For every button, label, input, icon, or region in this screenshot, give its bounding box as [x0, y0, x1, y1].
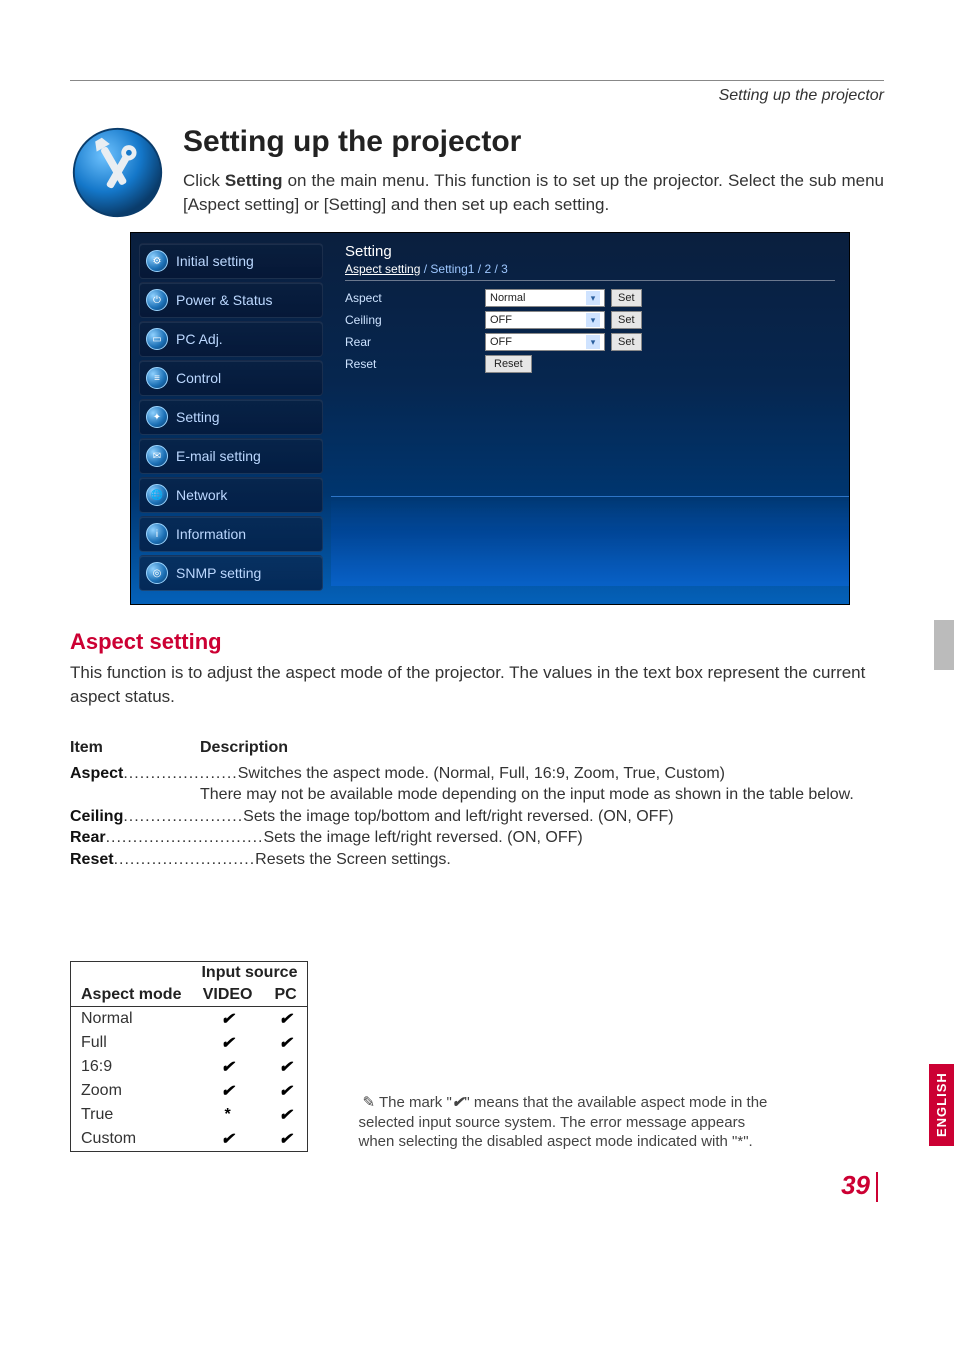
- panel-tabs: Aspect setting / Setting1 / 2 / 3: [345, 262, 835, 281]
- sidebar-item-network[interactable]: 🌐 Network: [139, 477, 323, 513]
- globe-icon: 🌐: [146, 484, 168, 506]
- reset-button[interactable]: Reset: [485, 355, 532, 373]
- header-rule: [70, 80, 884, 81]
- sidebar-item-power-status[interactable]: ⏻ Power & Status: [139, 282, 323, 318]
- ceiling-select[interactable]: OFF▾: [485, 311, 605, 329]
- row-rear: Rear OFF▾ Set: [345, 333, 835, 351]
- aspect-select[interactable]: Normal▾: [485, 289, 605, 307]
- tab-2[interactable]: 2: [484, 262, 491, 276]
- row-reset: Reset Reset: [345, 355, 835, 373]
- table-row: Full✔✔: [71, 1031, 308, 1055]
- page-title: Setting up the projector: [183, 125, 884, 159]
- sidebar-item-setting[interactable]: ✦ Setting: [139, 399, 323, 435]
- set-button[interactable]: Set: [611, 333, 642, 351]
- sliders-icon: ≡: [146, 367, 168, 389]
- definition-row: Ceiling......................Sets the im…: [70, 806, 884, 828]
- settings-screenshot: ⚙ Initial setting ⏻ Power & Status ▭ PC Adj…: [130, 232, 850, 605]
- table-row: Normal✔✔: [71, 1006, 308, 1031]
- col-item: Item: [70, 739, 200, 757]
- power-icon: ⏻: [146, 289, 168, 311]
- sidebar-item-label: SNMP setting: [176, 565, 261, 581]
- sidebar-item-label: Network: [176, 487, 227, 503]
- set-button[interactable]: Set: [611, 311, 642, 329]
- monitor-icon: ▭: [146, 328, 168, 350]
- table-row: Custom✔✔: [71, 1127, 308, 1152]
- chevron-down-icon: ▾: [586, 335, 600, 349]
- definitions-header: Item Description: [70, 739, 884, 757]
- row-label: Reset: [345, 357, 485, 371]
- row-label: Aspect: [345, 291, 485, 305]
- definition-row: Aspect.....................Switches the …: [70, 763, 884, 806]
- tab-3[interactable]: 3: [501, 262, 508, 276]
- definition-row: Reset..........................Resets th…: [70, 849, 884, 871]
- sidebar-item-email-setting[interactable]: ✉ E-mail setting: [139, 438, 323, 474]
- section-body: This function is to adjust the aspect mo…: [70, 661, 884, 709]
- sidebar-item-pc-adj[interactable]: ▭ PC Adj.: [139, 321, 323, 357]
- sidebar-item-label: Control: [176, 370, 221, 386]
- table-row: Zoom✔✔: [71, 1079, 308, 1103]
- content-panel: Setting Aspect setting / Setting1 / 2 / …: [331, 233, 849, 604]
- tab-setting1[interactable]: Setting1: [430, 262, 474, 276]
- snmp-icon: ◎: [146, 562, 168, 584]
- sidebar-item-label: Setting: [176, 409, 220, 425]
- sidebar-item-snmp-setting[interactable]: ◎ SNMP setting: [139, 555, 323, 591]
- set-button[interactable]: Set: [611, 289, 642, 307]
- sidebar-item-information[interactable]: i Information: [139, 516, 323, 552]
- rear-select[interactable]: OFF▾: [485, 333, 605, 351]
- envelope-icon: ✉: [146, 445, 168, 467]
- aspect-mode-table: Input source Aspect mode VIDEO PC Normal…: [70, 961, 308, 1152]
- gear-icon: ⚙: [146, 250, 168, 272]
- sidebar-item-label: Power & Status: [176, 292, 273, 308]
- reflection-floor: [331, 496, 849, 586]
- chevron-down-icon: ▾: [586, 291, 600, 305]
- col-description: Description: [200, 739, 288, 757]
- section-heading: Aspect setting: [70, 629, 884, 655]
- sidebar-item-control[interactable]: ≡ Control: [139, 360, 323, 396]
- page-number: 39: [70, 1170, 884, 1202]
- info-icon: i: [146, 523, 168, 545]
- row-aspect: Aspect Normal▾ Set: [345, 289, 835, 307]
- table-row: True*✔: [71, 1103, 308, 1127]
- sidebar-item-label: Information: [176, 526, 246, 542]
- table-row: 16:9✔✔: [71, 1055, 308, 1079]
- chevron-down-icon: ▾: [586, 313, 600, 327]
- footnote: ✎ The mark "✔" means that the available …: [358, 1093, 778, 1152]
- row-label: Rear: [345, 335, 485, 349]
- sidebar: ⚙ Initial setting ⏻ Power & Status ▭ PC Adj…: [131, 233, 331, 604]
- row-label: Ceiling: [345, 313, 485, 327]
- side-tab-english: ENGLISH: [929, 1064, 954, 1146]
- header-aspect-mode: Aspect mode: [71, 984, 192, 1007]
- wrench-screwdriver-icon: [70, 125, 165, 220]
- definition-row: Rear.............................Sets th…: [70, 827, 884, 849]
- panel-title: Setting: [345, 243, 835, 260]
- sidebar-item-label: Initial setting: [176, 253, 254, 269]
- sidebar-item-label: PC Adj.: [176, 331, 223, 347]
- wrench-icon: ✦: [146, 406, 168, 428]
- header-pc: PC: [264, 984, 308, 1007]
- sidebar-item-initial-setting[interactable]: ⚙ Initial setting: [139, 243, 323, 279]
- side-tab-gray: [934, 620, 954, 670]
- tab-aspect-setting[interactable]: Aspect setting: [345, 262, 420, 276]
- header-breadcrumb: Setting up the projector: [70, 87, 884, 105]
- header-input-source: Input source: [191, 961, 308, 984]
- sidebar-item-label: E-mail setting: [176, 448, 261, 464]
- row-ceiling: Ceiling OFF▾ Set: [345, 311, 835, 329]
- header-video: VIDEO: [191, 984, 263, 1007]
- intro-text: Click Setting on the main menu. This fun…: [183, 169, 884, 217]
